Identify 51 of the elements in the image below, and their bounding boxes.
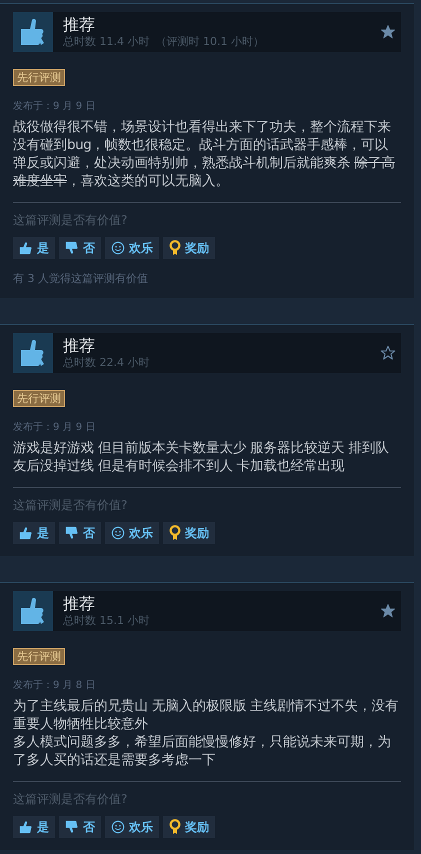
vote-button[interactable]: 是 [13,237,55,259]
playtime-at-review-text: （评测时 10.1 小时） [156,35,264,49]
posted-date: 发布于：9 月 8 日 [13,679,96,692]
early-access-badge: 先行评测 [13,69,65,86]
vote-button[interactable]: 欢乐 [105,522,159,544]
award-icon [169,240,181,256]
vote-button[interactable]: 欢乐 [105,237,159,259]
vote-button[interactable]: 是 [13,522,55,544]
smiley-icon [111,820,125,834]
vote-button[interactable]: 奖励 [163,237,215,259]
award-icon [169,525,181,541]
review-text: 为了主线最后的兄贵山 无脑入的极限版 主线剧情不过不失，没有重要人物牺牲比较意外 [13,697,400,733]
thumbs-up-icon [13,12,53,52]
playtime-text: 总时数 11.4 小时 [63,35,150,49]
star-icon[interactable] [380,603,396,619]
award-icon [169,819,181,835]
smiley-icon [111,241,125,255]
vote-button[interactable]: 奖励 [163,522,215,544]
early-access-badge: 先行评测 [13,390,65,407]
review-text: 游戏是好游戏 但目前版本关卡数量太少 服务器比较逆天 排到队友后没掉过线 但是有时候会排不到人 卡加载也经常出现 [13,439,390,475]
vote-button[interactable]: 欢乐 [105,816,159,838]
verdict-title: 推荐 [63,15,96,35]
helpful-question: 这篇评测是否有价值? [13,212,128,228]
verdict-title: 推荐 [63,336,96,356]
playtime-text: 总时数 22.4 小时 [63,356,150,370]
thumbs-up-icon [13,591,53,631]
vote-button[interactable]: 否 [59,522,101,544]
vote-button[interactable]: 否 [59,816,101,838]
thumbs-down-icon [65,241,79,255]
thumbs-up-icon [13,333,53,373]
thumbs-down-icon [65,526,79,540]
review-text: 多人模式问题多多，希望后面能慢慢修好，只能说未来可期，为了多人买的话还是需要多考虑一下 [13,733,392,769]
thumbs-down-icon [65,820,79,834]
vote-button[interactable]: 是 [13,816,55,838]
posted-date: 发布于：9 月 9 日 [13,100,96,113]
thumbs-up-icon [19,820,33,834]
star-icon[interactable] [380,24,396,40]
verdict-title: 推荐 [63,594,96,614]
thumbs-up-icon [19,526,33,540]
helpful-question: 这篇评测是否有价值? [13,791,128,807]
thumbs-up-icon [19,241,33,255]
early-access-badge: 先行评测 [13,648,65,665]
review-text: 战役做得很不错，场景设计也看得出来下了功夫，整个流程下来没有碰到bug，帧数也很稳定。战斗方面的话武器手感棒，可以弹反或闪避，处决动画特别帅，熟悉战斗机制后就能爽杀 除了高难度坐牢，喜欢这类的可以无脑入。 [13,118,396,190]
vote-button[interactable]: 奖励 [163,816,215,838]
helpful-count: 有 3 人觉得这篇评测有价值 [13,272,149,286]
star-icon[interactable] [380,345,396,361]
vote-button[interactable]: 否 [59,237,101,259]
helpful-question: 这篇评测是否有价值? [13,497,128,513]
smiley-icon [111,526,125,540]
playtime-text: 总时数 15.1 小时 [63,614,150,628]
posted-date: 发布于：9 月 9 日 [13,421,96,434]
